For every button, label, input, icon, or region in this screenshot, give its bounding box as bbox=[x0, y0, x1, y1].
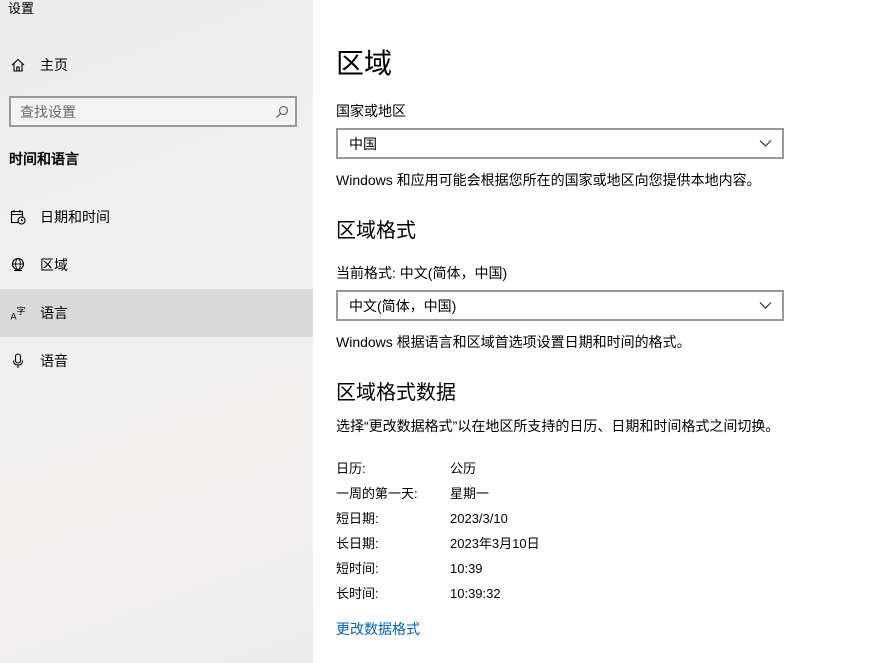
app-title: 设置 bbox=[8, 1, 35, 16]
short-date-label: 短日期: bbox=[336, 511, 379, 526]
short-date-value: 2023/3/10 bbox=[450, 511, 508, 526]
sidebar-item-region[interactable]: 区域 bbox=[0, 241, 313, 289]
short-time-label: 短时间: bbox=[336, 561, 379, 576]
svg-text:字: 字 bbox=[17, 305, 26, 317]
sidebar-item-home[interactable]: 主页 bbox=[0, 41, 313, 89]
long-date-value: 2023年3月10日 bbox=[450, 536, 540, 551]
long-date-label: 长日期: bbox=[336, 536, 379, 551]
long-time-value: 10:39:32 bbox=[450, 586, 501, 601]
format-data-title: 区域格式数据 bbox=[336, 382, 456, 404]
format-title: 区域格式 bbox=[336, 220, 416, 242]
language-icon: A字 bbox=[10, 305, 26, 321]
calendar-value: 公历 bbox=[450, 461, 477, 476]
page-title: 区域 bbox=[336, 48, 393, 79]
chevron-down-icon bbox=[759, 302, 772, 309]
sidebar-item-label: 日期和时间 bbox=[40, 209, 110, 225]
microphone-icon bbox=[10, 353, 26, 369]
search-input[interactable] bbox=[11, 102, 262, 121]
sidebar: 设置 主页 时间和语言 日期和时间 区域 A字 语言 bbox=[0, 0, 313, 663]
chevron-down-icon bbox=[759, 140, 772, 147]
main-content: 区域 国家或地区 中国 Windows 和应用可能会根据您所在的国家或地区向您提… bbox=[313, 0, 879, 663]
sidebar-item-language[interactable]: A字 语言 bbox=[0, 289, 313, 337]
long-time-label: 长时间: bbox=[336, 586, 379, 601]
sidebar-item-label: 语言 bbox=[40, 305, 68, 321]
search-icon[interactable] bbox=[275, 105, 289, 119]
change-data-format-link[interactable]: 更改数据格式 bbox=[336, 620, 420, 638]
current-format-label: 当前格式: 中文(简体，中国) bbox=[336, 265, 508, 281]
format-dropdown[interactable]: 中文(简体，中国) bbox=[336, 290, 784, 321]
globe-icon bbox=[10, 257, 26, 273]
country-label: 国家或地区 bbox=[336, 103, 406, 119]
sidebar-item-label: 主页 bbox=[40, 57, 68, 73]
calendar-clock-icon bbox=[10, 209, 26, 225]
home-icon bbox=[10, 57, 26, 73]
country-dropdown[interactable]: 中国 bbox=[336, 128, 784, 159]
format-description: Windows 根据语言和区域首选项设置日期和时间的格式。 bbox=[336, 334, 691, 350]
country-description: Windows 和应用可能会根据您所在的国家或地区向您提供本地内容。 bbox=[336, 172, 761, 188]
sidebar-item-date-time[interactable]: 日期和时间 bbox=[0, 193, 313, 241]
format-value: 中文(简体，中国) bbox=[349, 297, 457, 314]
sidebar-item-label: 区域 bbox=[40, 257, 68, 273]
format-data-description: 选择“更改数据格式”以在地区所支持的日历、日期和时间格式之间切换。 bbox=[336, 418, 780, 434]
first-day-value: 星期一 bbox=[450, 486, 490, 501]
calendar-label: 日历: bbox=[336, 461, 366, 476]
country-value: 中国 bbox=[349, 135, 377, 152]
search-box[interactable] bbox=[9, 96, 297, 127]
sidebar-item-label: 语音 bbox=[40, 353, 68, 369]
section-header: 时间和语言 bbox=[9, 151, 79, 167]
sidebar-item-speech[interactable]: 语音 bbox=[0, 337, 313, 385]
short-time-value: 10:39 bbox=[450, 561, 483, 576]
first-day-label: 一周的第一天: bbox=[336, 486, 418, 501]
